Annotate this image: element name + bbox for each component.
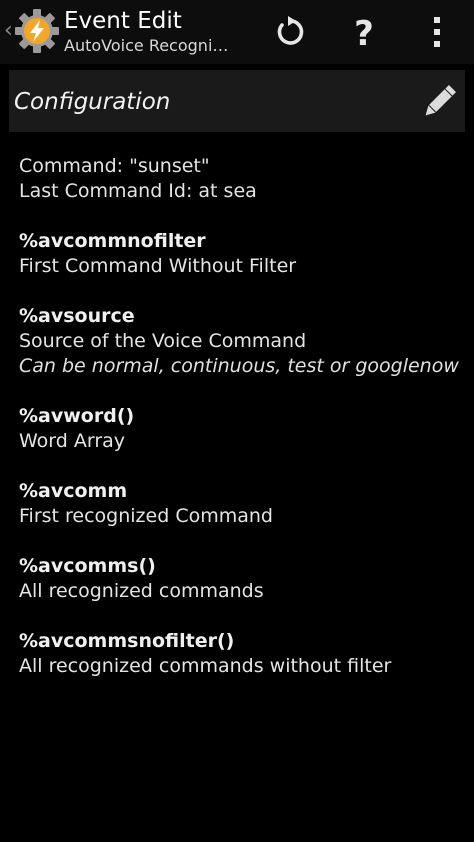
help-button[interactable]: ? [336, 0, 392, 64]
variable-name: %avword() [19, 405, 135, 427]
overflow-menu-button[interactable] [410, 0, 466, 64]
overflow-menu-icon [434, 17, 440, 47]
variable-item: %avsource Source of the Voice Command Ca… [19, 304, 464, 379]
variables-list: Command: "sunset" Last Command Id: at se… [19, 154, 464, 704]
variable-description: All recognized commands [19, 580, 264, 602]
variable-description: First recognized Command [19, 505, 273, 527]
variable-item: %avcommnofilter First Command Without Fi… [19, 229, 464, 279]
action-bar: ‹ Event Edit AutoVoice Recogni… ? [0, 0, 474, 64]
variable-name: %avsource [19, 305, 135, 327]
title-block: Event Edit AutoVoice Recogni… [64, 6, 254, 57]
revert-icon [277, 16, 304, 45]
variable-name: %avcommsnofilter() [19, 630, 235, 652]
last-command-id-text: Last Command Id: at sea [19, 180, 257, 202]
tasker-gear-icon [15, 9, 59, 53]
variable-item: %avcommsnofilter() All recognized comman… [19, 629, 464, 679]
edit-configuration-button[interactable] [417, 80, 461, 124]
page-title: Event Edit [64, 8, 182, 34]
variable-item: %avword() Word Array [19, 404, 464, 454]
variable-note: Can be normal, continuous, test or googl… [19, 355, 459, 377]
variable-name: %avcomms() [19, 555, 156, 577]
svg-text:?: ? [354, 14, 374, 53]
pencil-icon [425, 85, 456, 116]
back-chevron-icon: ‹ [4, 18, 13, 43]
up-navigation-button[interactable]: ‹ [0, 0, 60, 64]
command-text: Command: "sunset" [19, 155, 210, 177]
variable-name: %avcomm [19, 480, 128, 502]
configuration-header: Configuration [9, 70, 465, 132]
configuration-title: Configuration [14, 89, 171, 115]
command-info: Command: "sunset" Last Command Id: at se… [19, 154, 464, 204]
variable-name: %avcommnofilter [19, 230, 206, 252]
page-subtitle: AutoVoice Recogni… [64, 36, 229, 55]
help-icon: ? [354, 14, 374, 53]
revert-button[interactable] [262, 0, 318, 64]
variable-description: Word Array [19, 430, 126, 452]
variable-description: Source of the Voice Command [19, 330, 307, 352]
variable-description: First Command Without Filter [19, 255, 297, 277]
variable-item: %avcomms() All recognized commands [19, 554, 464, 604]
variable-item: %avcomm First recognized Command [19, 479, 464, 529]
variable-description: All recognized commands without filter [19, 655, 392, 677]
